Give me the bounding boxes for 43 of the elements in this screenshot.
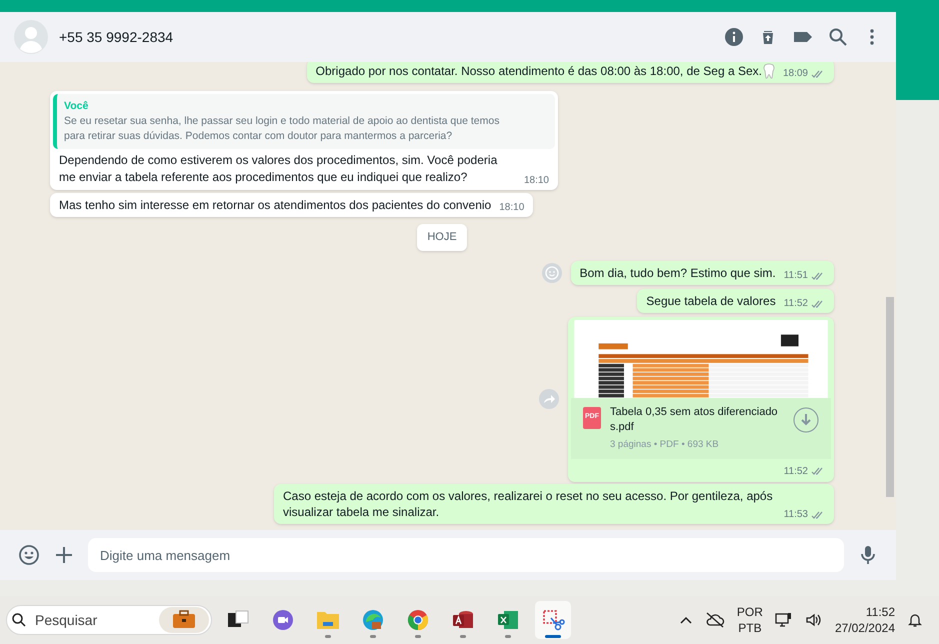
message-time: 11:52 xyxy=(784,464,808,479)
message-text: Dependendo de como estiverem os valores dos procedimentos, sim. Você poderia me enviar a tabela referente aos procedimentos que eu indiquei que realizo? xyxy=(59,152,498,186)
quote-text: Se eu resetar sua senha, lhe passar seu login e todo material de apoio ao dentista que temos para retirar suas dúvidas. Podemos contar com doutor para mantermos a parceria? xyxy=(64,114,500,144)
message-text: Bom dia, tudo bem? Estimo que sim. xyxy=(580,266,776,280)
clock-date[interactable]: 27/02/2024 xyxy=(834,620,895,636)
message-text: Caso esteja de acordo com os valores, realizarei o reset no seu acesso. Por gentileza, após visualizar tabela me sinalizar. xyxy=(283,488,773,519)
quote-author: Você xyxy=(64,99,90,114)
clock-time[interactable]: 11:52 xyxy=(866,604,895,620)
scrollbar[interactable] xyxy=(886,297,894,497)
info-icon[interactable] xyxy=(724,27,744,47)
scissors-icon xyxy=(541,608,565,632)
cloud-offline-icon[interactable] xyxy=(704,612,725,628)
download-icon[interactable] xyxy=(793,406,819,432)
search-placeholder: Pesquisar xyxy=(35,610,98,630)
message-time: 11:52 xyxy=(784,296,808,310)
spreadsheet-app-icon xyxy=(496,608,520,632)
message-text: Segue tabela de valores xyxy=(646,294,776,308)
keyboard-layout[interactable]: PTB xyxy=(738,620,762,636)
contact-name: +55 35 9992-2834 xyxy=(59,28,174,46)
bell-icon[interactable] xyxy=(907,612,923,628)
microphone-icon[interactable] xyxy=(858,544,878,566)
message-text: Obrigado por nos contatar. Nosso atendimento é das 08:00 às 18:00, de Seg a Sex. xyxy=(316,64,762,78)
file-name: Tabela 0,35 sem atos diferenciado s.pdf xyxy=(610,404,779,434)
message-time: 11:51 xyxy=(784,268,808,282)
file-details: 3 páginas • PDF • 693 KB xyxy=(610,438,720,452)
message-text: Mas tenho sim interesse em retornar os atendimentos dos pacientes do convenio xyxy=(59,198,492,212)
network-icon[interactable] xyxy=(774,612,793,628)
message-time: 18:09 xyxy=(782,67,808,81)
video-call-icon xyxy=(271,608,295,632)
message-time: 18:10 xyxy=(499,201,524,215)
briefcase-icon xyxy=(159,607,209,633)
search-icon xyxy=(11,612,27,628)
search-icon[interactable] xyxy=(828,27,848,47)
emoji-icon[interactable] xyxy=(18,544,40,566)
browser-icon xyxy=(361,608,385,632)
browser-icon xyxy=(406,608,430,632)
message-time: 11:53 xyxy=(784,508,808,522)
language-indicator[interactable]: POR xyxy=(736,604,763,620)
taskbar-search[interactable]: Pesquisar xyxy=(6,605,212,635)
volume-icon[interactable] xyxy=(804,612,823,628)
message-input[interactable]: Digite uma mensagem xyxy=(88,538,844,572)
plus-icon[interactable] xyxy=(54,545,74,565)
message-time: 18:10 xyxy=(524,174,549,188)
